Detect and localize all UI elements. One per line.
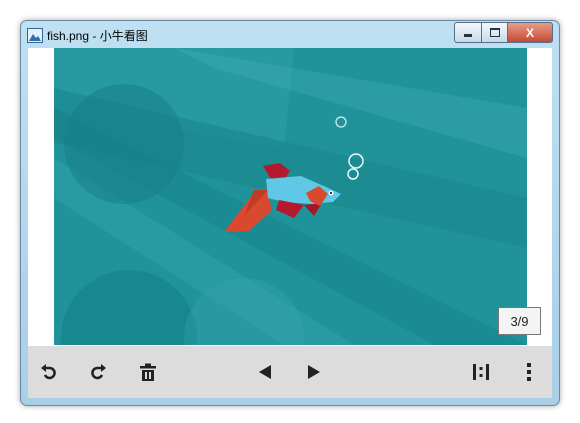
bottom-toolbar	[28, 346, 552, 398]
trash-icon	[140, 363, 156, 381]
close-button[interactable]: X	[507, 22, 553, 43]
rotate-right-icon	[91, 364, 106, 380]
close-icon: X	[525, 25, 534, 40]
rotate-right-button[interactable]	[85, 358, 113, 386]
actual-size-button[interactable]	[467, 358, 495, 386]
minimize-button[interactable]	[454, 22, 482, 43]
app-window: fish.png - 小牛看图 X 3/9	[20, 20, 560, 406]
maximize-icon	[489, 28, 500, 37]
more-button[interactable]	[515, 358, 543, 386]
delete-button[interactable]	[134, 358, 162, 386]
actual-size-icon	[473, 364, 489, 380]
more-vertical-icon	[527, 363, 531, 381]
triangle-right-icon	[308, 365, 320, 379]
minimize-icon	[464, 34, 472, 37]
rotate-left-button[interactable]	[34, 358, 62, 386]
image-app-icon	[27, 28, 43, 43]
viewer-client-area: 3/9	[28, 48, 552, 398]
fish-image	[54, 48, 527, 345]
maximize-button[interactable]	[481, 22, 508, 43]
image-canvas[interactable]	[54, 48, 527, 345]
triangle-left-icon	[259, 365, 271, 379]
window-title: fish.png - 小牛看图	[47, 29, 148, 43]
title-bar[interactable]: fish.png - 小牛看图 X	[21, 21, 559, 47]
rotate-left-icon	[41, 364, 56, 380]
image-counter-badge: 3/9	[498, 307, 541, 335]
next-button[interactable]	[300, 358, 328, 386]
previous-button[interactable]	[251, 358, 279, 386]
